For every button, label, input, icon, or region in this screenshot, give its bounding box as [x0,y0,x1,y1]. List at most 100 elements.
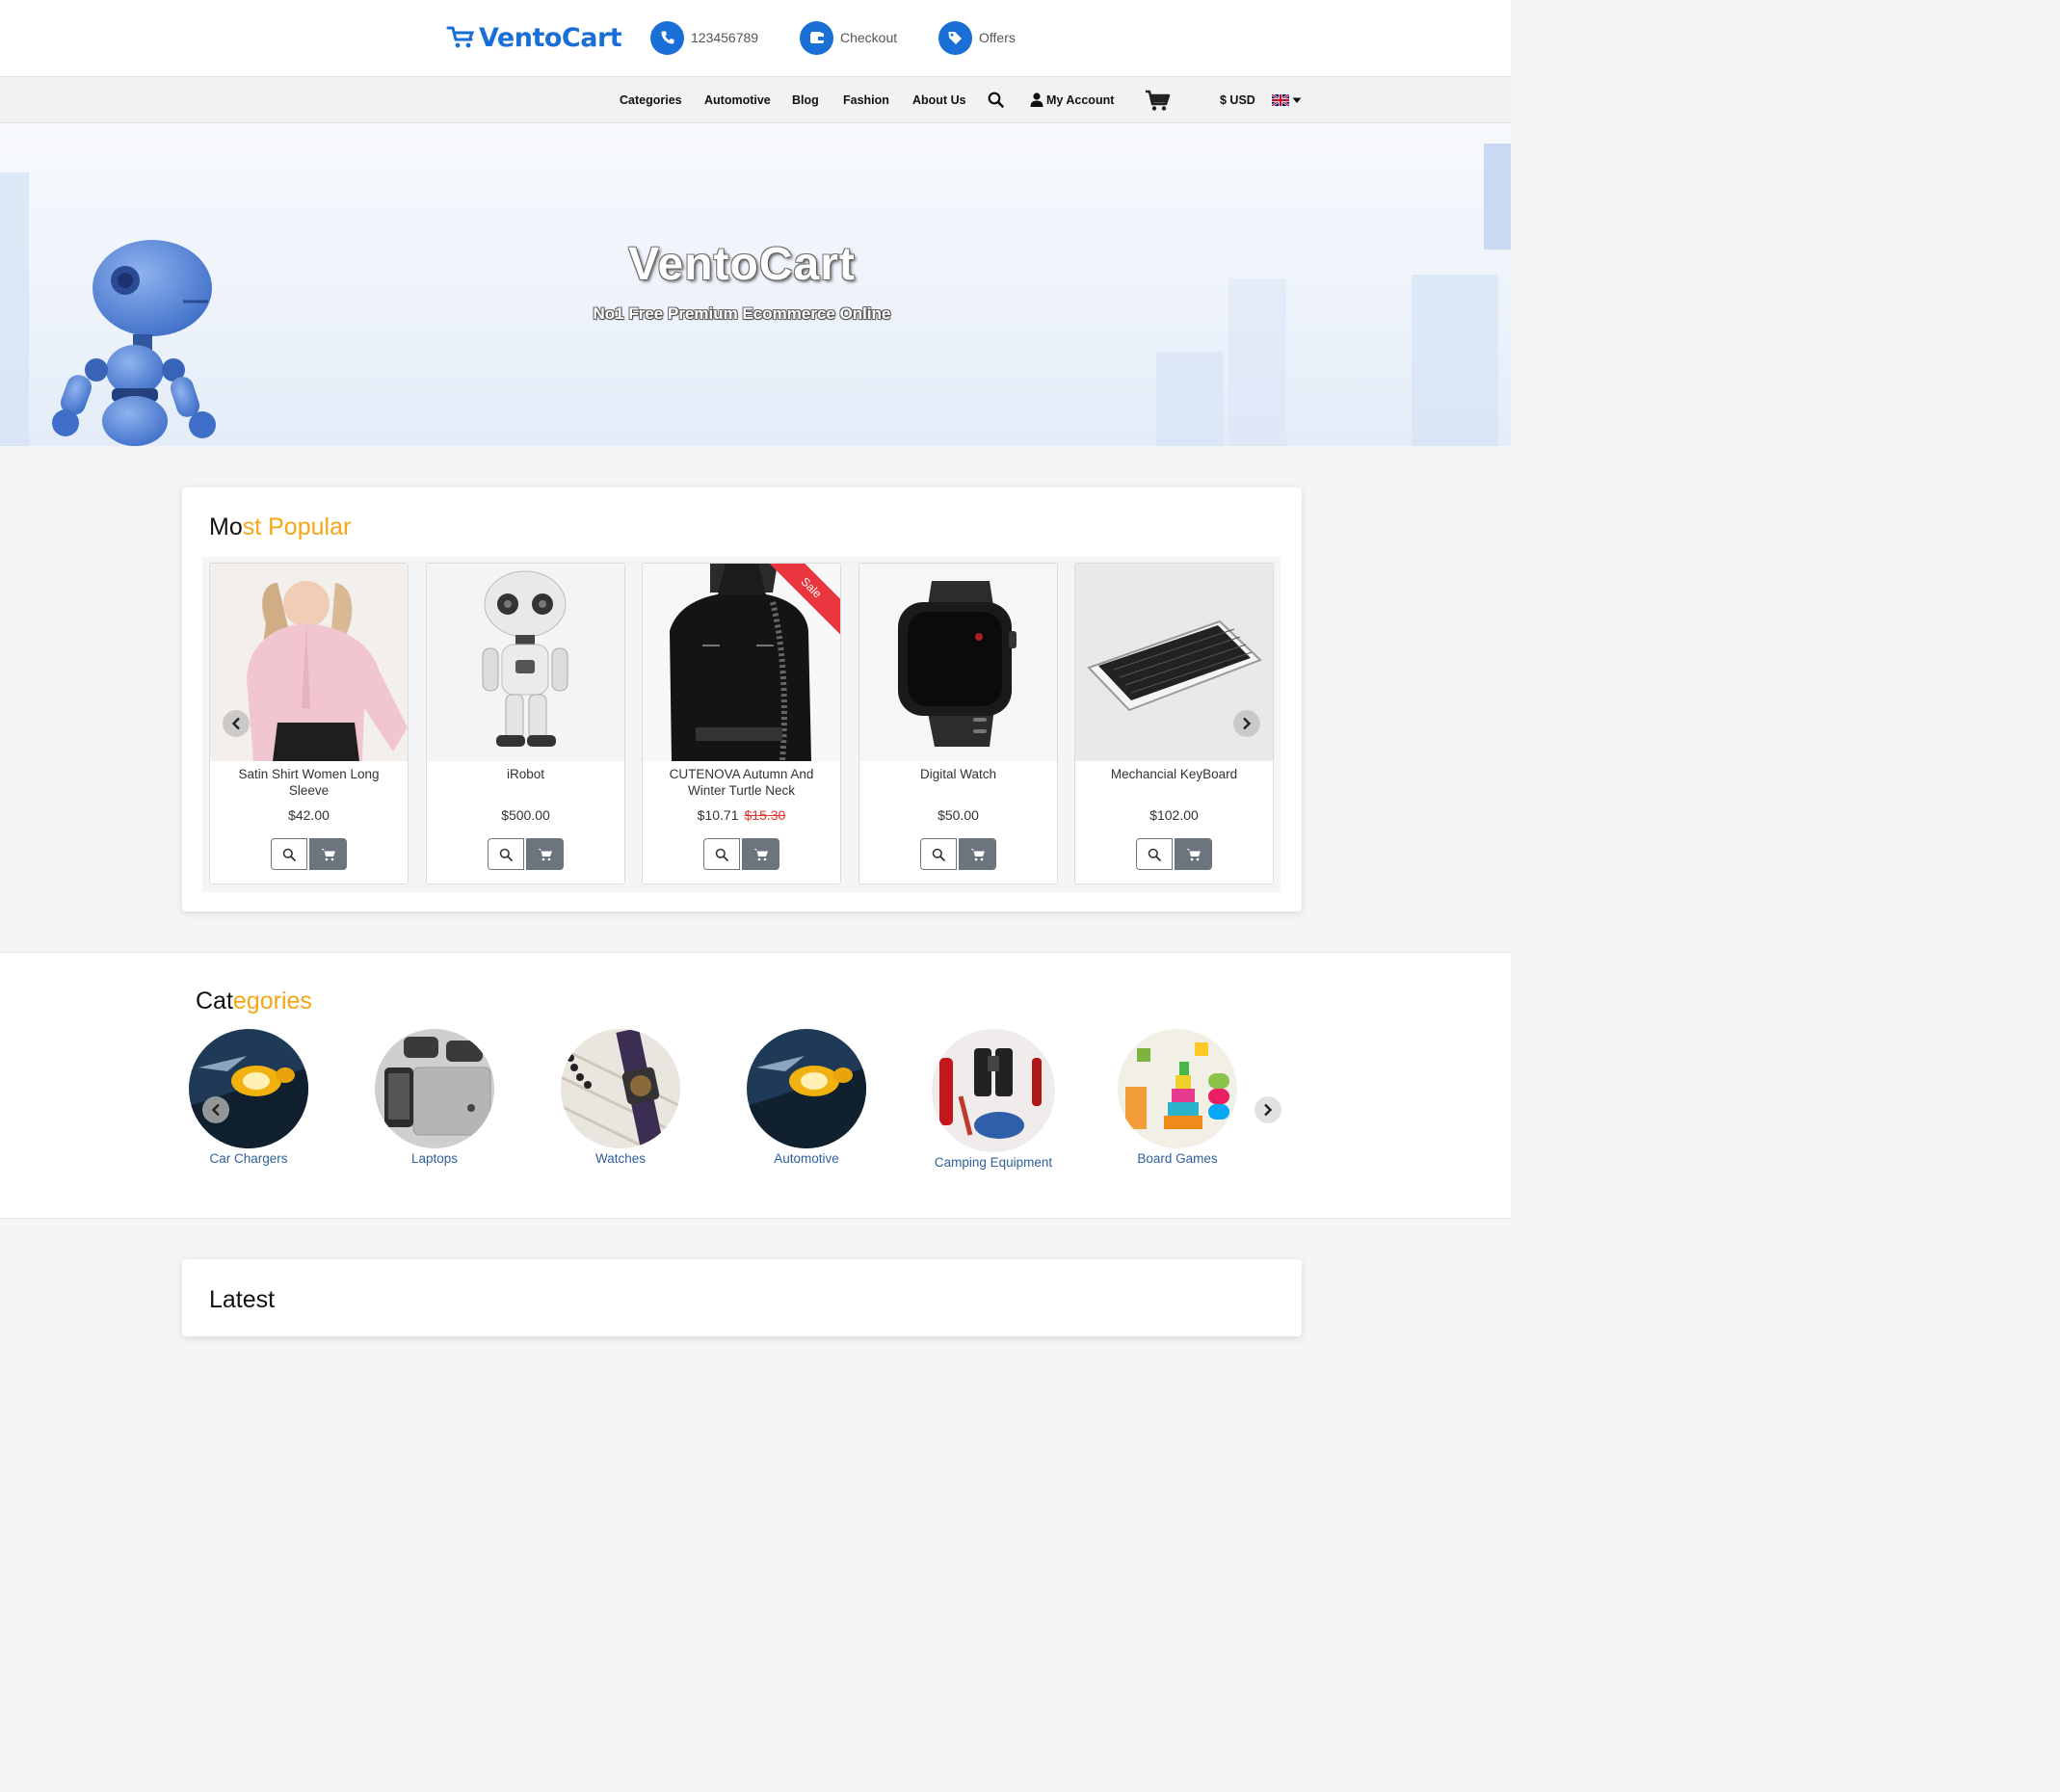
product-actions [859,838,1057,870]
currency-selector[interactable]: $ USD [1220,93,1255,107]
wallet-icon [800,20,833,55]
category-item[interactable]: Board Games [1105,1029,1250,1166]
product-actions [1075,838,1273,870]
nav-item-categories[interactable]: Categories [620,93,682,107]
search-icon [932,848,945,861]
add-to-cart-button[interactable] [1175,838,1212,870]
category-label[interactable]: Car Chargers [176,1151,321,1166]
product-card[interactable]: iRobot $500.00 [426,563,625,884]
price-current: $500.00 [501,807,550,823]
product-name[interactable]: Mechancial KeyBoard [1083,766,1265,782]
latest-section: Latest [182,1259,1302,1336]
category-image[interactable] [932,1029,1055,1152]
section-title: Latest [209,1286,276,1313]
caret-down-icon [1292,97,1302,103]
checkout-link[interactable]: Checkout [800,20,897,55]
product-image[interactable] [859,564,1057,761]
chevron-left-icon [211,1103,220,1117]
my-account-label: My Account [1046,92,1115,107]
category-image[interactable] [375,1029,494,1148]
add-to-cart-button[interactable] [526,838,564,870]
price-current: $50.00 [938,807,979,823]
search-icon[interactable] [988,92,1004,113]
product-name[interactable]: Satin Shirt Women Long Sleeve [218,766,400,799]
language-selector[interactable] [1272,94,1302,106]
most-popular-section: Most Popular Satin Shirt Women Long Slee… [182,488,1302,911]
quick-view-button[interactable] [488,838,524,870]
uk-flag-icon [1272,94,1289,106]
category-item[interactable]: Car Chargers [176,1029,321,1166]
add-to-cart-button[interactable] [742,838,779,870]
search-icon [499,848,513,861]
section-title-part: egories [232,988,312,1015]
price-current: $10.71 [697,807,739,823]
offers-link[interactable]: Offers [938,20,1016,55]
product-card[interactable]: Sale CUTENOVA Autumn And Winter Turtle N… [642,563,841,884]
category-label[interactable]: Watches [548,1151,693,1166]
carousel-prev-button[interactable] [202,1096,229,1123]
hero-building-graphic [1156,352,1224,446]
category-item[interactable]: Camping Equipment [921,1029,1066,1170]
nav-item-about-us[interactable]: About Us [912,93,966,107]
chevron-left-icon [231,717,240,730]
price-current: $102.00 [1149,807,1199,823]
carousel-next-button[interactable] [1233,710,1260,737]
cart-icon [321,848,335,860]
chevron-right-icon [1243,717,1252,730]
tags-icon [938,20,972,55]
product-image[interactable] [427,564,624,761]
section-title: Categories [196,988,312,1015]
my-account-link[interactable]: My Account [1030,92,1114,107]
phone-icon [650,20,684,55]
category-image[interactable] [561,1029,680,1148]
category-image[interactable] [747,1029,866,1148]
shopping-cart-icon[interactable] [1145,90,1171,117]
product-price: $500.00 [427,807,624,823]
product-name[interactable]: CUTENOVA Autumn And Winter Turtle Neck [650,766,832,799]
product-name[interactable]: Digital Watch [867,766,1049,782]
categories-section: Categories Car Chargers Laptops Watches … [0,952,1511,1219]
section-title-part: Mo [209,514,243,540]
carousel-next-button[interactable] [1254,1096,1281,1123]
nav-item-blog[interactable]: Blog [792,93,819,107]
search-icon [1148,848,1161,861]
carousel-prev-button[interactable] [223,710,250,737]
quick-view-button[interactable] [1136,838,1173,870]
phone-link[interactable]: 123456789 [650,20,758,55]
hero-banner: VentoCart No1 Free Premium Ecommerce Onl… [0,124,1511,446]
brand-name: VentoCart [479,22,622,53]
quick-view-button[interactable] [271,838,307,870]
price-current: $42.00 [288,807,330,823]
search-icon [715,848,728,861]
quick-view-button[interactable] [920,838,957,870]
nav-item-automotive[interactable]: Automotive [704,93,771,107]
add-to-cart-button[interactable] [959,838,996,870]
nav-item-fashion[interactable]: Fashion [843,93,889,107]
main-navigation: Categories Automotive Blog Fashion About… [0,78,1511,123]
search-icon [282,848,296,861]
product-actions [643,838,840,870]
product-actions [210,838,408,870]
price-old: $15.30 [744,807,786,823]
category-label[interactable]: Board Games [1105,1151,1250,1166]
category-image[interactable] [1118,1029,1237,1148]
product-price: $50.00 [859,807,1057,823]
product-name[interactable]: iRobot [435,766,617,782]
category-image[interactable] [189,1029,308,1148]
category-label[interactable]: Laptops [362,1151,507,1166]
section-title-part: st Popular [242,514,352,540]
hero-building-graphic [1484,144,1511,250]
product-card[interactable]: Digital Watch $50.00 [858,563,1058,884]
cart-icon [970,848,985,860]
section-title-part: Cat [196,988,233,1015]
category-item[interactable]: Watches [548,1029,693,1166]
category-label[interactable]: Automotive [734,1151,879,1166]
category-item[interactable]: Laptops [362,1029,507,1166]
cart-icon [1186,848,1201,860]
quick-view-button[interactable] [703,838,740,870]
category-label[interactable]: Camping Equipment [921,1155,1066,1170]
add-to-cart-button[interactable] [309,838,347,870]
section-title: Most Popular [209,514,351,541]
brand-logo[interactable]: VentoCart [446,21,622,54]
category-item[interactable]: Automotive [734,1029,879,1166]
